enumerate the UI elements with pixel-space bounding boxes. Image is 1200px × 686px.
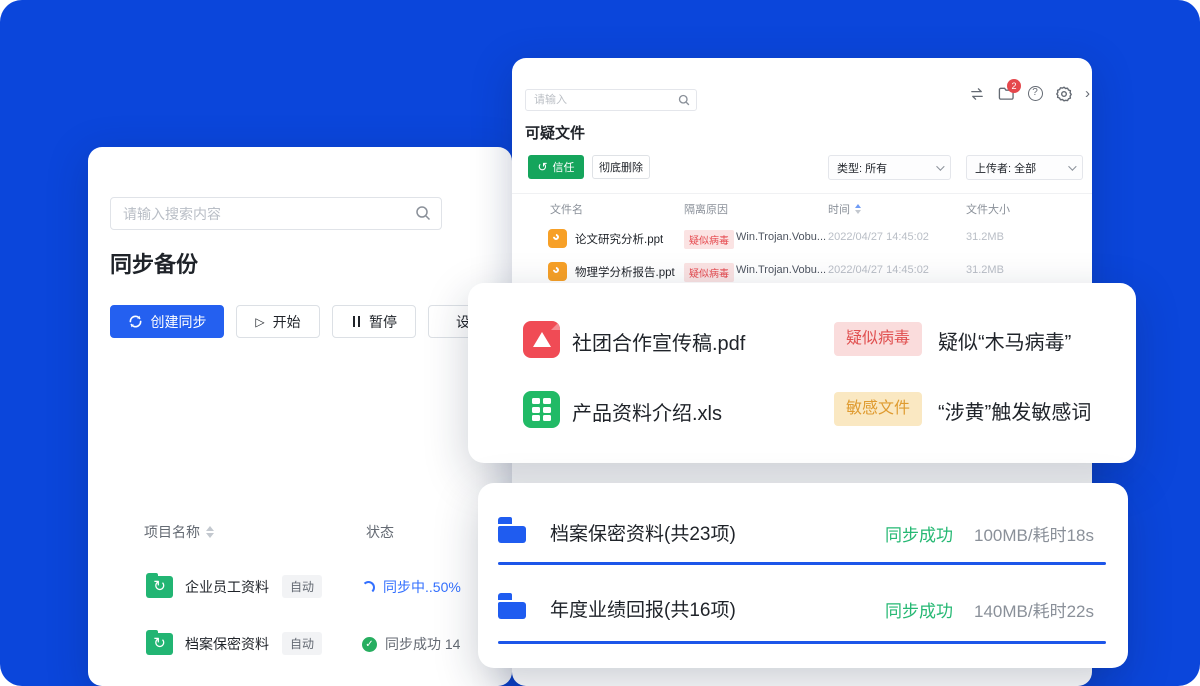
ppt-file-icon <box>548 262 567 281</box>
gear-icon[interactable] <box>1056 86 1072 102</box>
create-sync-button[interactable]: 创建同步 <box>110 305 224 338</box>
help-icon[interactable]: ? <box>1027 86 1043 102</box>
folder-notification-icon[interactable]: 2 <box>998 86 1014 102</box>
column-header-status: 状态 <box>366 522 394 542</box>
quarantine-reason: Win.Trojan.Vobu... <box>736 264 826 276</box>
status-text: 同步成功 14 <box>385 634 460 654</box>
create-sync-label: 创建同步 <box>151 312 207 332</box>
divider <box>512 193 1092 194</box>
folder-icon <box>498 517 526 543</box>
play-icon: ▷ <box>255 315 264 329</box>
pause-icon <box>351 314 361 330</box>
sync-status: 同步成功 <box>885 597 953 622</box>
detail-row[interactable]: 产品资料介绍.xls 敏感文件 “涉黄”触发敏感词 <box>468 391 1136 429</box>
file-size: 31.2MB <box>966 264 1004 276</box>
sync-detail: 140MB/耗时22s <box>974 597 1094 622</box>
transfer-icon[interactable] <box>969 86 985 102</box>
sync-row[interactable]: 档案保密资料(共23项) 同步成功 100MB/耗时18s <box>478 517 1128 547</box>
table-header: 文件名 隔离原因 时间 文件大小 <box>512 201 1092 215</box>
table-row[interactable]: 论文研究分析.ppt 疑似病毒 Win.Trojan.Vobu... 2022/… <box>512 228 1092 250</box>
trust-button[interactable]: ↺ 信任 <box>528 155 584 179</box>
sync-detail: 100MB/耗时18s <box>974 521 1094 546</box>
type-filter-select[interactable]: 类型: 所有 <box>828 155 951 180</box>
detail-row[interactable]: 社团合作宣传稿.pdf 疑似病毒 疑似“木马病毒” <box>468 321 1136 359</box>
table-row[interactable]: ↻ 档案保密资料 自动 ✓ 同步成功 14 <box>88 629 512 659</box>
file-name: 产品资料介绍.xls <box>572 397 722 426</box>
uploader-filter-select[interactable]: 上传者: 全部 <box>966 155 1083 180</box>
status-text: 同步中..50% <box>383 577 461 597</box>
file-name: 物理学分析报告.ppt <box>575 264 675 280</box>
xls-file-icon <box>523 391 560 428</box>
page-title: 同步备份 <box>110 247 198 279</box>
virus-badge: 疑似病毒 <box>834 322 922 356</box>
panel-title: 可疑文件 <box>525 122 585 143</box>
sync-row[interactable]: 年度业绩回报(共16项) 同步成功 140MB/耗时22s <box>478 593 1128 623</box>
spinner-icon <box>362 581 375 594</box>
search-box <box>525 89 697 111</box>
sensitive-badge: 敏感文件 <box>834 392 922 426</box>
chevron-down-icon <box>936 162 944 170</box>
project-name: 企业员工资料 <box>185 577 269 597</box>
sync-result-card: 档案保密资料(共23项) 同步成功 100MB/耗时18s 年度业绩回报(共16… <box>478 483 1128 668</box>
sync-folder-icon: ↻ <box>146 573 173 598</box>
notification-badge: 2 <box>1007 79 1021 93</box>
table-row[interactable]: 物理学分析报告.ppt 疑似病毒 Win.Trojan.Vobu... 2022… <box>512 261 1092 283</box>
chevron-down-icon <box>1068 162 1076 170</box>
auto-tag: 自动 <box>282 632 322 655</box>
check-icon: ✓ <box>362 637 377 652</box>
search-box <box>110 197 442 230</box>
file-time: 2022/04/27 14:45:02 <box>828 231 929 243</box>
toolbar: 创建同步 ▷ 开始 暂停 设置 <box>110 305 512 338</box>
file-time: 2022/04/27 14:45:02 <box>828 264 929 276</box>
sync-folder-icon: ↻ <box>146 630 173 655</box>
virus-badge: 疑似病毒 <box>684 230 734 249</box>
column-header-project-name[interactable]: 项目名称 <box>144 522 214 542</box>
search-icon[interactable] <box>415 205 431 221</box>
folder-name: 年度业绩回报(共16项) <box>550 595 736 622</box>
folder-name: 档案保密资料(共23项) <box>550 519 736 546</box>
file-name: 社团合作宣传稿.pdf <box>572 327 745 356</box>
search-icon[interactable] <box>678 94 690 106</box>
pdf-file-icon <box>523 321 560 358</box>
pause-label: 暂停 <box>369 312 397 332</box>
table-row[interactable]: ↻ 企业员工资料 自动 同步中..50% <box>88 572 512 602</box>
start-label: 开始 <box>273 312 301 332</box>
search-input[interactable] <box>123 198 403 229</box>
file-detail-card: 社团合作宣传稿.pdf 疑似病毒 疑似“木马病毒” 产品资料介绍.xls 敏感文… <box>468 283 1136 463</box>
type-filter-value: 类型: 所有 <box>837 160 887 176</box>
sort-icon[interactable] <box>855 204 861 214</box>
project-name: 档案保密资料 <box>185 634 269 654</box>
reason-text: “涉黄”触发敏感词 <box>938 396 1091 425</box>
app-background: 同步备份 创建同步 ▷ 开始 暂停 设置 项目名称 状 <box>0 0 1200 686</box>
column-header-reason: 隔离原因 <box>684 201 728 217</box>
sort-icon[interactable] <box>206 526 214 538</box>
delete-label: 彻底删除 <box>599 159 643 175</box>
chevron-right-icon[interactable]: › <box>1085 85 1090 102</box>
column-header-time[interactable]: 时间 <box>828 201 861 217</box>
folder-icon <box>498 593 526 619</box>
ppt-file-icon <box>548 229 567 248</box>
file-size: 31.2MB <box>966 231 1004 243</box>
sync-backup-panel: 同步备份 创建同步 ▷ 开始 暂停 设置 项目名称 状 <box>88 147 512 686</box>
auto-tag: 自动 <box>282 575 322 598</box>
uploader-filter-value: 上传者: 全部 <box>975 160 1036 176</box>
reason-text: 疑似“木马病毒” <box>938 326 1071 355</box>
column-header-filename: 文件名 <box>550 201 583 217</box>
pause-button[interactable]: 暂停 <box>332 305 416 338</box>
virus-badge: 疑似病毒 <box>684 263 734 282</box>
trust-label: 信任 <box>553 159 575 175</box>
sync-icon <box>128 314 143 329</box>
progress-bar <box>498 641 1106 644</box>
sync-status: 同步成功 <box>885 521 953 546</box>
trust-icon: ↺ <box>537 160 547 174</box>
search-input[interactable] <box>534 90 674 110</box>
progress-bar <box>498 562 1106 565</box>
delete-button[interactable]: 彻底删除 <box>592 155 650 179</box>
column-header-size: 文件大小 <box>966 201 1010 217</box>
quarantine-reason: Win.Trojan.Vobu... <box>736 231 826 243</box>
top-icon-row: 2 ? › <box>969 85 1090 102</box>
file-name: 论文研究分析.ppt <box>575 231 663 247</box>
start-button[interactable]: ▷ 开始 <box>236 305 320 338</box>
